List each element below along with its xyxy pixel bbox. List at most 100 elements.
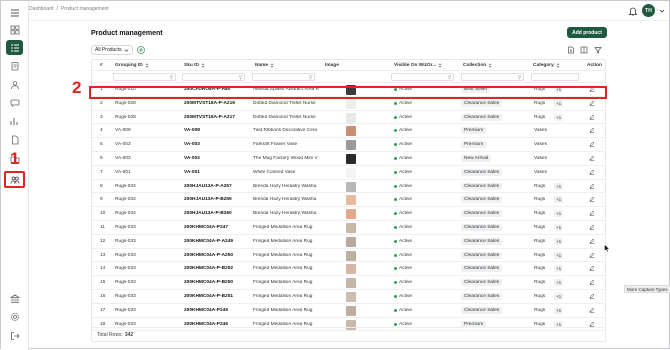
messages-icon[interactable] bbox=[6, 95, 23, 110]
edit-icon[interactable] bbox=[589, 127, 595, 134]
columns-icon[interactable] bbox=[580, 46, 588, 54]
edit-icon[interactable] bbox=[589, 155, 595, 161]
table-row[interactable]: 11 Rugs-033 200KHMC04A-P247 Fringed Medalli… bbox=[92, 221, 605, 235]
avatar[interactable]: TH bbox=[642, 4, 655, 17]
grouping-id-cell: VA-003 bbox=[115, 142, 131, 148]
table-row[interactable]: 9 Rugs-034 200HJAU13A-P-B259 Brenda Hazy He… bbox=[92, 193, 605, 208]
category-more-badge[interactable]: +1 bbox=[554, 182, 564, 190]
table-row[interactable]: 13 Rugs-033 200KHMC04A-P-A250 Fringed Medal… bbox=[92, 249, 605, 263]
product-thumbnail[interactable] bbox=[346, 278, 356, 289]
category-more-badge[interactable]: +1 bbox=[554, 293, 564, 300]
notification-bell-icon[interactable] bbox=[628, 6, 638, 16]
product-thumbnail[interactable] bbox=[346, 140, 356, 151]
col-visible[interactable]: Visible On WizOr... bbox=[394, 63, 442, 68]
status-dot-icon bbox=[394, 129, 397, 133]
product-thumbnail[interactable] bbox=[346, 195, 356, 206]
product-thumbnail[interactable] bbox=[346, 209, 356, 220]
settings-icon[interactable] bbox=[6, 309, 23, 324]
col-collection[interactable]: Collection bbox=[463, 63, 492, 68]
add-filter-button[interactable] bbox=[136, 45, 146, 55]
category-more-badge[interactable]: +1 bbox=[554, 224, 564, 231]
product-filter-select[interactable]: All Products bbox=[91, 45, 133, 55]
edit-icon[interactable] bbox=[589, 238, 595, 244]
export-icon[interactable] bbox=[567, 46, 575, 54]
col-sku-id[interactable]: Sku ID bbox=[184, 63, 205, 68]
edit-icon[interactable] bbox=[589, 196, 595, 203]
table-row[interactable]: 7 VA-001 VA-001 White Colored Vase Active Cle… bbox=[92, 166, 605, 180]
category-more-badge[interactable]: +1 bbox=[554, 237, 564, 245]
product-list-icon[interactable] bbox=[6, 40, 23, 55]
chevron-down-icon[interactable] bbox=[659, 8, 665, 14]
table-row[interactable]: 16 Rugs-033 200KHMC04A-P-B251 Fringed Medal… bbox=[92, 290, 605, 304]
visible-filter[interactable] bbox=[391, 73, 454, 81]
product-thumbnail[interactable] bbox=[346, 264, 356, 275]
col-grouping-id[interactable]: Grouping ID bbox=[115, 63, 149, 68]
category-more-badge[interactable]: +1 bbox=[554, 113, 564, 121]
user-icon[interactable] bbox=[6, 77, 23, 92]
menu-icon[interactable] bbox=[6, 5, 23, 20]
table-row[interactable]: 3 Rugs-028 200MTVST18A-P-A217 Dotted Diamon… bbox=[92, 111, 605, 125]
product-thumbnail[interactable] bbox=[346, 112, 356, 123]
category-more-badge[interactable]: +1 bbox=[554, 196, 564, 204]
col-number: # bbox=[100, 63, 103, 68]
product-thumbnail[interactable] bbox=[346, 292, 356, 302]
category-filter[interactable] bbox=[531, 73, 579, 81]
col-category[interactable]: Category bbox=[533, 63, 560, 68]
edit-icon[interactable] bbox=[589, 210, 595, 217]
collection-filter[interactable] bbox=[461, 73, 524, 81]
logout-icon[interactable] bbox=[6, 328, 23, 343]
breadcrumb-dashboard[interactable]: Dashboard bbox=[29, 6, 53, 12]
category-more-badge[interactable]: +1 bbox=[554, 265, 564, 273]
edit-icon[interactable] bbox=[589, 224, 595, 230]
sku-id-filter[interactable] bbox=[182, 73, 245, 81]
name-filter[interactable] bbox=[252, 73, 315, 81]
category-more-badge[interactable]: +1 bbox=[554, 279, 564, 287]
filter-icon[interactable] bbox=[594, 46, 602, 54]
add-product-button[interactable]: Add product bbox=[567, 27, 607, 38]
product-thumbnail[interactable] bbox=[346, 181, 356, 192]
edit-icon[interactable] bbox=[589, 252, 595, 258]
clipboard-icon[interactable] bbox=[6, 58, 23, 73]
edit-icon[interactable] bbox=[589, 307, 595, 313]
table-row[interactable]: 10 Rugs-034 200HJAU13A-P-B260 Brenda Hazy H… bbox=[92, 207, 605, 221]
table-row[interactable]: 5 VA-003 VA-003 Farkraft Flower Vase Active P… bbox=[92, 138, 605, 152]
product-thumbnail[interactable] bbox=[346, 305, 356, 316]
category-more-badge[interactable]: +1 bbox=[554, 99, 564, 107]
bank-icon[interactable] bbox=[6, 291, 23, 306]
edit-icon[interactable] bbox=[589, 114, 595, 120]
edit-icon[interactable] bbox=[589, 141, 595, 148]
dashboard-icon[interactable] bbox=[6, 22, 23, 37]
table-row[interactable]: 8 Rugs-034 200HJAU13A-P-A257 Brenda Hazy He… bbox=[92, 180, 605, 194]
product-thumbnail[interactable] bbox=[346, 236, 356, 247]
annotation-number-1: 1 bbox=[10, 149, 20, 168]
table-row[interactable]: 4 VA-008 VA-008 Tied Ribbons Decorative Cer… bbox=[92, 124, 605, 139]
edit-icon[interactable] bbox=[589, 265, 595, 272]
table-row[interactable]: 17 Rugs-033 200KHMC04A-P245 Fringed Medalli… bbox=[92, 304, 605, 318]
product-thumbnail[interactable] bbox=[346, 126, 356, 137]
table-row[interactable]: 14 Rugs-033 200KHMC04A-P-B252 Fringed Medal… bbox=[92, 262, 605, 277]
product-thumbnail[interactable] bbox=[346, 223, 356, 233]
category-more-badge[interactable]: +1 bbox=[554, 251, 564, 259]
grouping-id-filter[interactable] bbox=[113, 73, 176, 81]
edit-icon[interactable] bbox=[589, 169, 595, 175]
edit-icon[interactable] bbox=[589, 279, 595, 286]
document-icon[interactable] bbox=[6, 132, 23, 147]
table-row[interactable]: 12 Rugs-033 200KHMC04A-P-A249 Fringed Medal… bbox=[92, 235, 605, 249]
col-name[interactable]: Name bbox=[255, 63, 274, 68]
table-row[interactable]: 6 VA-002 VA-002 The Mug Factory Wood Mini V… bbox=[92, 152, 605, 166]
edit-icon[interactable] bbox=[589, 100, 595, 106]
analytics-icon[interactable] bbox=[6, 113, 23, 128]
edit-icon[interactable] bbox=[589, 293, 595, 299]
grouping-id-cell: Rugs-028 bbox=[115, 100, 136, 106]
product-thumbnail[interactable] bbox=[346, 250, 356, 261]
edit-icon[interactable] bbox=[589, 183, 595, 189]
edit-icon[interactable] bbox=[589, 321, 595, 327]
visible-status: Active bbox=[394, 211, 412, 216]
category-more-badge[interactable]: +1 bbox=[554, 306, 564, 314]
visible-status: Active bbox=[394, 142, 412, 147]
category-more-badge[interactable]: +1 bbox=[554, 210, 564, 218]
product-thumbnail[interactable] bbox=[346, 98, 356, 109]
table-row[interactable]: 15 Rugs-033 200KHMC04A-P-B250 Fringed Medal… bbox=[92, 276, 605, 290]
product-thumbnail[interactable] bbox=[346, 167, 356, 178]
product-thumbnail[interactable] bbox=[346, 154, 356, 164]
